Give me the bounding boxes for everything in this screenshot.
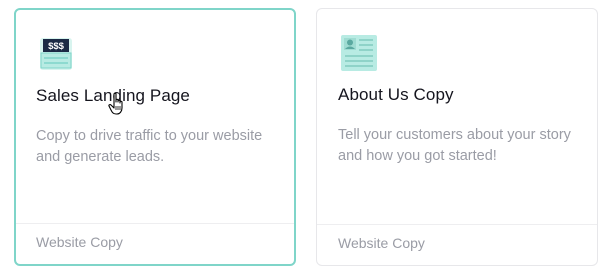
card-footer: Website Copy bbox=[317, 224, 597, 265]
card-description: Tell your customers about your story and… bbox=[338, 127, 571, 164]
sales-money-icon: $$$ bbox=[36, 34, 76, 74]
card-category: Website Copy bbox=[36, 234, 123, 250]
card-title: About Us Copy bbox=[338, 85, 454, 104]
sales-icon-text: $$$ bbox=[48, 41, 65, 52]
template-card-sales-landing-page[interactable]: $$$ Sales Landing Page Copy to drive tra… bbox=[14, 8, 296, 266]
card-description: Copy to drive traffic to your website an… bbox=[36, 128, 263, 165]
card-title: Sales Landing Page bbox=[36, 86, 190, 105]
card-category: Website Copy bbox=[338, 235, 425, 251]
card-footer: Website Copy bbox=[16, 223, 294, 264]
template-card-about-us-copy[interactable]: About Us Copy Tell your customers about … bbox=[316, 8, 598, 266]
template-grid: $$$ Sales Landing Page Copy to drive tra… bbox=[0, 0, 605, 279]
about-profile-icon bbox=[339, 33, 379, 73]
